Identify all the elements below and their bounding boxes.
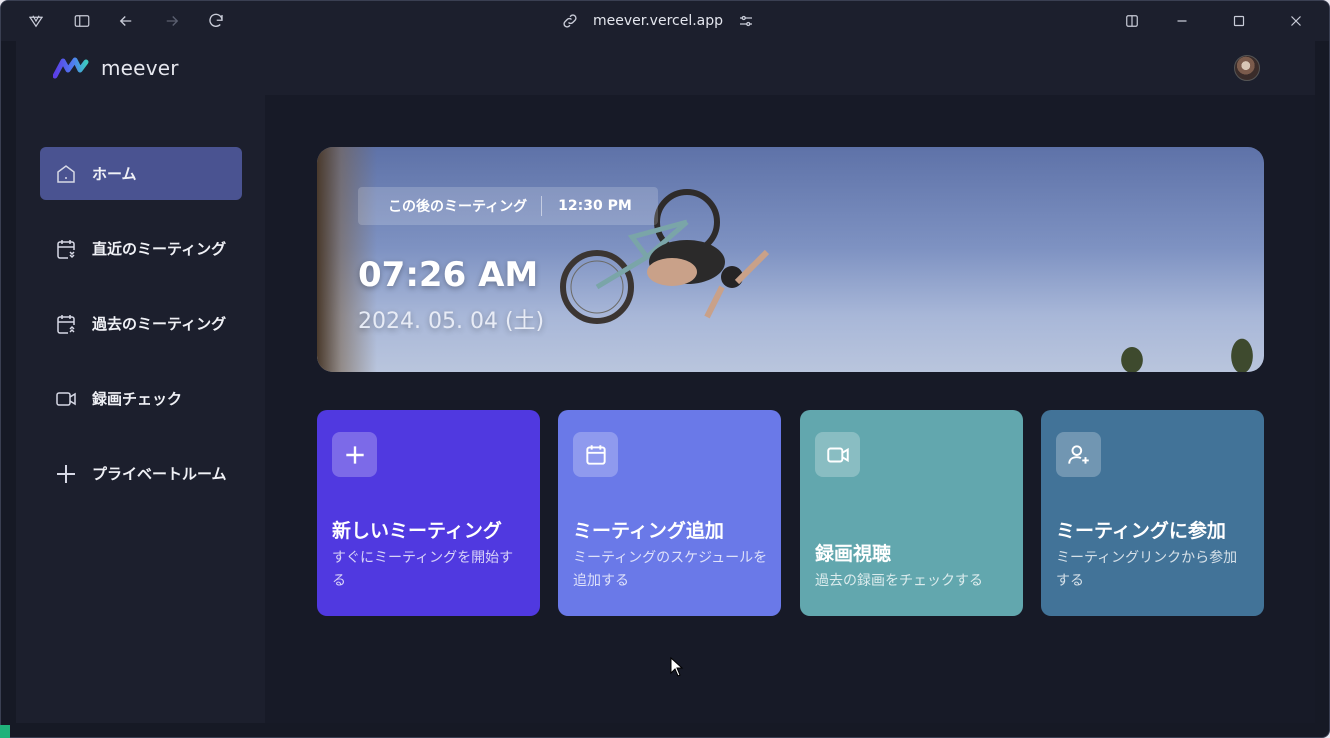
app-logo[interactable]: meever (53, 56, 179, 80)
sidebar-item-label: プライベートルーム (92, 465, 227, 483)
sidebar-item-private-room[interactable]: プライベートルーム (40, 447, 242, 500)
sidebar-item-past-meetings[interactable]: 過去のミーティング (40, 297, 242, 350)
sidebar-item-label: ホーム (92, 165, 137, 183)
next-meeting-time: 12:30 PM (558, 198, 632, 214)
taskbar-accent (0, 725, 10, 738)
card-title: 新しいミーティング (332, 520, 502, 542)
sidebar-item-upcoming-meetings[interactable]: 直近のミーティング (40, 222, 242, 275)
join-meeting-card[interactable]: ミーティングに参加 ミーティングリンクから参加する (1041, 410, 1264, 616)
next-meeting-pill[interactable]: この後のミーティング 12:30 PM (358, 187, 658, 225)
app-name: meever (101, 56, 179, 80)
card-description: 過去の録画をチェックする (815, 573, 983, 589)
browser-window: meever.vercel.app meever ホーム 直近のミーティング 過… (0, 0, 1330, 738)
home-icon (54, 162, 78, 186)
sidebar-item-label: 直近のミーティング (92, 240, 227, 258)
minimize-icon[interactable] (1170, 9, 1194, 33)
avatar[interactable] (1234, 55, 1260, 81)
card-title: ミーティング追加 (573, 520, 724, 542)
hero-banner: この後のミーティング 12:30 PM 07:26 AM 2024. 05. 0… (317, 147, 1264, 372)
card-description: ミーティングのスケジュールを追加する (573, 550, 768, 589)
sidebar: ホーム 直近のミーティング 過去のミーティング 録画チェック プライベートルーム (16, 95, 265, 723)
calendar-icon (573, 432, 618, 477)
reload-icon[interactable] (204, 9, 228, 33)
address-bar[interactable]: meever.vercel.app (561, 10, 755, 32)
split-view-icon[interactable] (1120, 9, 1144, 33)
current-time: 07:26 AM (358, 255, 539, 295)
plus-icon (332, 432, 377, 477)
watch-recordings-card[interactable]: 録画視聴 過去の録画をチェックする (800, 410, 1023, 616)
sidebar-item-label: 過去のミーティング (92, 315, 227, 333)
close-icon[interactable] (1284, 9, 1308, 33)
browser-toolbar: meever.vercel.app (1, 1, 1329, 41)
video-icon (815, 432, 860, 477)
mouse-cursor-icon (670, 657, 684, 677)
current-date: 2024. 05. 04 (土) (358, 309, 545, 334)
next-meeting-label: この後のミーティング (358, 196, 543, 216)
sidebar-toggle-icon[interactable] (70, 9, 94, 33)
sidebar-item-recordings[interactable]: 録画チェック (40, 372, 242, 425)
plus-icon (54, 462, 78, 486)
app-header: meever (16, 41, 1315, 95)
main-content: この後のミーティング 12:30 PM 07:26 AM 2024. 05. 0… (265, 95, 1315, 723)
site-settings-icon[interactable] (737, 12, 755, 30)
url-text: meever.vercel.app (593, 13, 724, 29)
link-icon (561, 12, 579, 30)
sidebar-item-label: 録画チェック (92, 390, 183, 408)
tree-decoration (1117, 342, 1147, 372)
user-plus-icon (1056, 432, 1101, 477)
back-icon[interactable] (114, 9, 138, 33)
card-title: 録画視聴 (815, 543, 892, 565)
meever-logo-icon (53, 57, 89, 79)
calendar-forward-icon (54, 237, 78, 261)
add-meeting-card[interactable]: ミーティング追加 ミーティングのスケジュールを追加する (558, 410, 781, 616)
calendar-back-icon (54, 312, 78, 336)
new-meeting-card[interactable]: 新しいミーティング すぐにミーティングを開始する (317, 410, 540, 616)
forward-icon[interactable] (160, 9, 184, 33)
card-title: ミーティングに参加 (1056, 520, 1226, 542)
video-icon (54, 387, 78, 411)
maximize-icon[interactable] (1227, 9, 1251, 33)
card-description: ミーティングリンクから参加する (1056, 550, 1238, 589)
browser-logo-icon[interactable] (24, 9, 48, 33)
card-description: すぐにミーティングを開始する (332, 550, 514, 589)
sidebar-item-home[interactable]: ホーム (40, 147, 242, 200)
tree-decoration (1227, 332, 1257, 372)
